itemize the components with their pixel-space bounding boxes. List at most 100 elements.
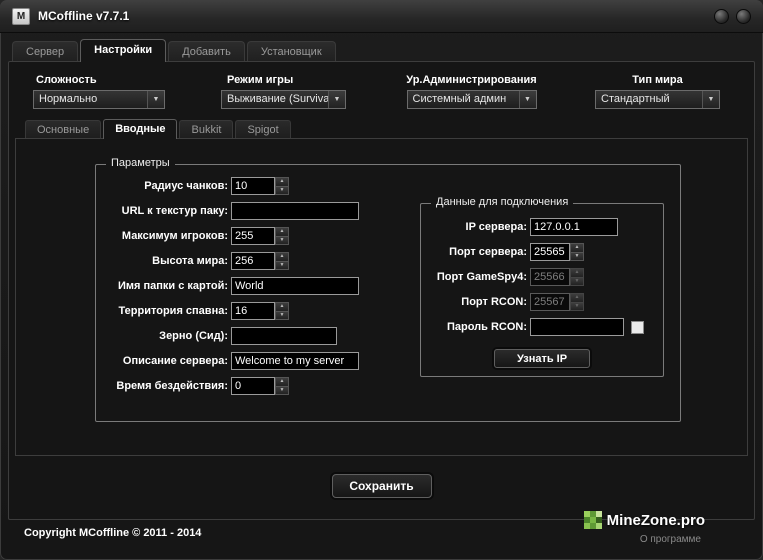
server-port-row: Порт сервера: ▲ ▼ bbox=[423, 243, 644, 261]
texture-url-label: URL к текстур паку: bbox=[98, 205, 228, 217]
texture-url-row: URL к текстур паку: bbox=[98, 202, 359, 220]
texture-url-input[interactable] bbox=[231, 202, 359, 220]
spinner-down-icon: ▼ bbox=[570, 278, 584, 287]
rcon-port-label: Порт RCON: bbox=[423, 296, 527, 308]
difficulty-label: Сложность bbox=[33, 74, 165, 86]
check-ip-button[interactable]: Узнать IP bbox=[494, 349, 590, 368]
admin-level-group: Ур.Администрирования Системный админ ▼ bbox=[394, 74, 549, 109]
tab-settings[interactable]: Настройки bbox=[80, 39, 166, 62]
spawn-area-label: Территория спавна: bbox=[98, 305, 228, 317]
window-title: MCoffline v7.7.1 bbox=[38, 9, 129, 23]
spinner-down-icon[interactable]: ▼ bbox=[275, 187, 289, 196]
seed-input[interactable] bbox=[231, 327, 337, 345]
chunk-radius-input[interactable] bbox=[231, 177, 275, 195]
parameters-rows: Радиус чанков: ▲ ▼ URL к текстур паку: М… bbox=[98, 177, 359, 402]
gamemode-group: Режим игры Выживание (Survival ▼ bbox=[221, 74, 346, 109]
world-height-label: Высота мира: bbox=[98, 255, 228, 267]
copyright-text: Copyright MCoffline © 2011 - 2014 bbox=[24, 527, 201, 539]
idle-time-input[interactable] bbox=[231, 377, 275, 395]
parameters-group-title: Параметры bbox=[106, 157, 175, 169]
rcon-port-row: Порт RCON: ▲ ▼ bbox=[423, 293, 644, 311]
spinner-up-icon[interactable]: ▲ bbox=[570, 243, 584, 253]
chevron-down-icon: ▼ bbox=[519, 91, 536, 108]
about-link[interactable]: О программе bbox=[640, 534, 701, 545]
spinner-down-icon[interactable]: ▼ bbox=[570, 253, 584, 262]
server-ip-row: IP сервера: bbox=[423, 218, 644, 236]
world-height-row: Высота мира: ▲ ▼ bbox=[98, 252, 359, 270]
world-height-input[interactable] bbox=[231, 252, 275, 270]
server-port-stepper: ▲ ▼ bbox=[570, 243, 584, 261]
admin-level-label: Ур.Администрирования bbox=[394, 74, 549, 86]
world-type-value: Стандартный bbox=[596, 91, 702, 108]
world-type-label: Тип мира bbox=[595, 74, 720, 86]
max-players-input[interactable] bbox=[231, 227, 275, 245]
server-ip-input[interactable] bbox=[530, 218, 618, 236]
minezone-logo-icon bbox=[584, 511, 602, 529]
spinner-up-icon: ▲ bbox=[570, 293, 584, 303]
parameters-groupbox: Параметры Радиус чанков: ▲ ▼ URL к текст… bbox=[95, 164, 681, 422]
gamespy-port-row: Порт GameSpy4: ▲ ▼ bbox=[423, 268, 644, 286]
tab-installer[interactable]: Установщик bbox=[247, 41, 336, 61]
chevron-down-icon: ▼ bbox=[147, 91, 164, 108]
rcon-password-checkbox[interactable] bbox=[631, 321, 644, 334]
gamespy-port-stepper: ▲ ▼ bbox=[570, 268, 584, 286]
spinner-down-icon[interactable]: ▼ bbox=[275, 312, 289, 321]
rcon-password-input[interactable] bbox=[530, 318, 624, 336]
difficulty-group: Сложность Нормально ▼ bbox=[33, 74, 165, 109]
subtab-bukkit[interactable]: Bukkit bbox=[179, 120, 233, 138]
chunk-radius-label: Радиус чанков: bbox=[98, 180, 228, 192]
subtab-inputs[interactable]: Вводные bbox=[103, 119, 177, 139]
idle-time-label: Время бездействия: bbox=[98, 380, 228, 392]
connection-group-title: Данные для подключения bbox=[431, 196, 573, 208]
save-button[interactable]: Сохранить bbox=[332, 474, 432, 498]
spinner-up-icon[interactable]: ▲ bbox=[275, 227, 289, 237]
gamemode-label: Режим игры bbox=[221, 74, 346, 86]
seed-row: Зерно (Сид): bbox=[98, 327, 359, 345]
spawn-area-input[interactable] bbox=[231, 302, 275, 320]
server-port-input[interactable] bbox=[530, 243, 570, 261]
gamespy-port-input bbox=[530, 268, 570, 286]
max-players-stepper: ▲ ▼ bbox=[275, 227, 289, 245]
seed-label: Зерно (Сид): bbox=[98, 330, 228, 342]
difficulty-select[interactable]: Нормально ▼ bbox=[33, 90, 165, 109]
spawn-area-stepper: ▲ ▼ bbox=[275, 302, 289, 320]
app-window: M MCoffline v7.7.1 Сервер Настройки Доба… bbox=[0, 0, 763, 560]
world-height-stepper: ▲ ▼ bbox=[275, 252, 289, 270]
close-button[interactable] bbox=[736, 9, 751, 24]
world-type-select[interactable]: Стандартный ▼ bbox=[595, 90, 720, 109]
spawn-area-row: Территория спавна: ▲ ▼ bbox=[98, 302, 359, 320]
gamemode-select[interactable]: Выживание (Survival ▼ bbox=[221, 90, 346, 109]
tab-add[interactable]: Добавить bbox=[168, 41, 245, 61]
spinner-up-icon[interactable]: ▲ bbox=[275, 302, 289, 312]
spinner-up-icon[interactable]: ▲ bbox=[275, 177, 289, 187]
chunk-radius-stepper: ▲ ▼ bbox=[275, 177, 289, 195]
rcon-password-label: Пароль RCON: bbox=[423, 321, 527, 333]
main-tab-bar: Сервер Настройки Добавить Установщик bbox=[12, 41, 338, 62]
idle-time-stepper: ▲ ▼ bbox=[275, 377, 289, 395]
map-folder-row: Имя папки с картой: bbox=[98, 277, 359, 295]
map-folder-input[interactable] bbox=[231, 277, 359, 295]
subtab-spigot[interactable]: Spigot bbox=[235, 120, 290, 138]
server-port-label: Порт сервера: bbox=[423, 246, 527, 258]
difficulty-value: Нормально bbox=[34, 91, 147, 108]
gamemode-value: Выживание (Survival bbox=[222, 91, 328, 108]
world-type-group: Тип мира Стандартный ▼ bbox=[595, 74, 720, 109]
spinner-up-icon[interactable]: ▲ bbox=[275, 377, 289, 387]
map-folder-label: Имя папки с картой: bbox=[98, 280, 228, 292]
max-players-label: Максимум игроков: bbox=[98, 230, 228, 242]
spinner-down-icon: ▼ bbox=[570, 303, 584, 312]
spinner-down-icon[interactable]: ▼ bbox=[275, 237, 289, 246]
tab-server[interactable]: Сервер bbox=[12, 41, 78, 61]
idle-time-row: Время бездействия: ▲ ▼ bbox=[98, 377, 359, 395]
subtab-main[interactable]: Основные bbox=[25, 120, 101, 138]
rcon-port-stepper: ▲ ▼ bbox=[570, 293, 584, 311]
spinner-up-icon[interactable]: ▲ bbox=[275, 252, 289, 262]
spinner-down-icon[interactable]: ▼ bbox=[275, 262, 289, 271]
minimize-button[interactable] bbox=[714, 9, 729, 24]
admin-level-select[interactable]: Системный админ ▼ bbox=[407, 90, 537, 109]
rcon-password-row: Пароль RCON: bbox=[423, 318, 644, 336]
inputs-tab-panel: Параметры Радиус чанков: ▲ ▼ URL к текст… bbox=[15, 138, 748, 456]
spinner-up-icon: ▲ bbox=[570, 268, 584, 278]
server-description-input[interactable] bbox=[231, 352, 359, 370]
spinner-down-icon[interactable]: ▼ bbox=[275, 387, 289, 396]
